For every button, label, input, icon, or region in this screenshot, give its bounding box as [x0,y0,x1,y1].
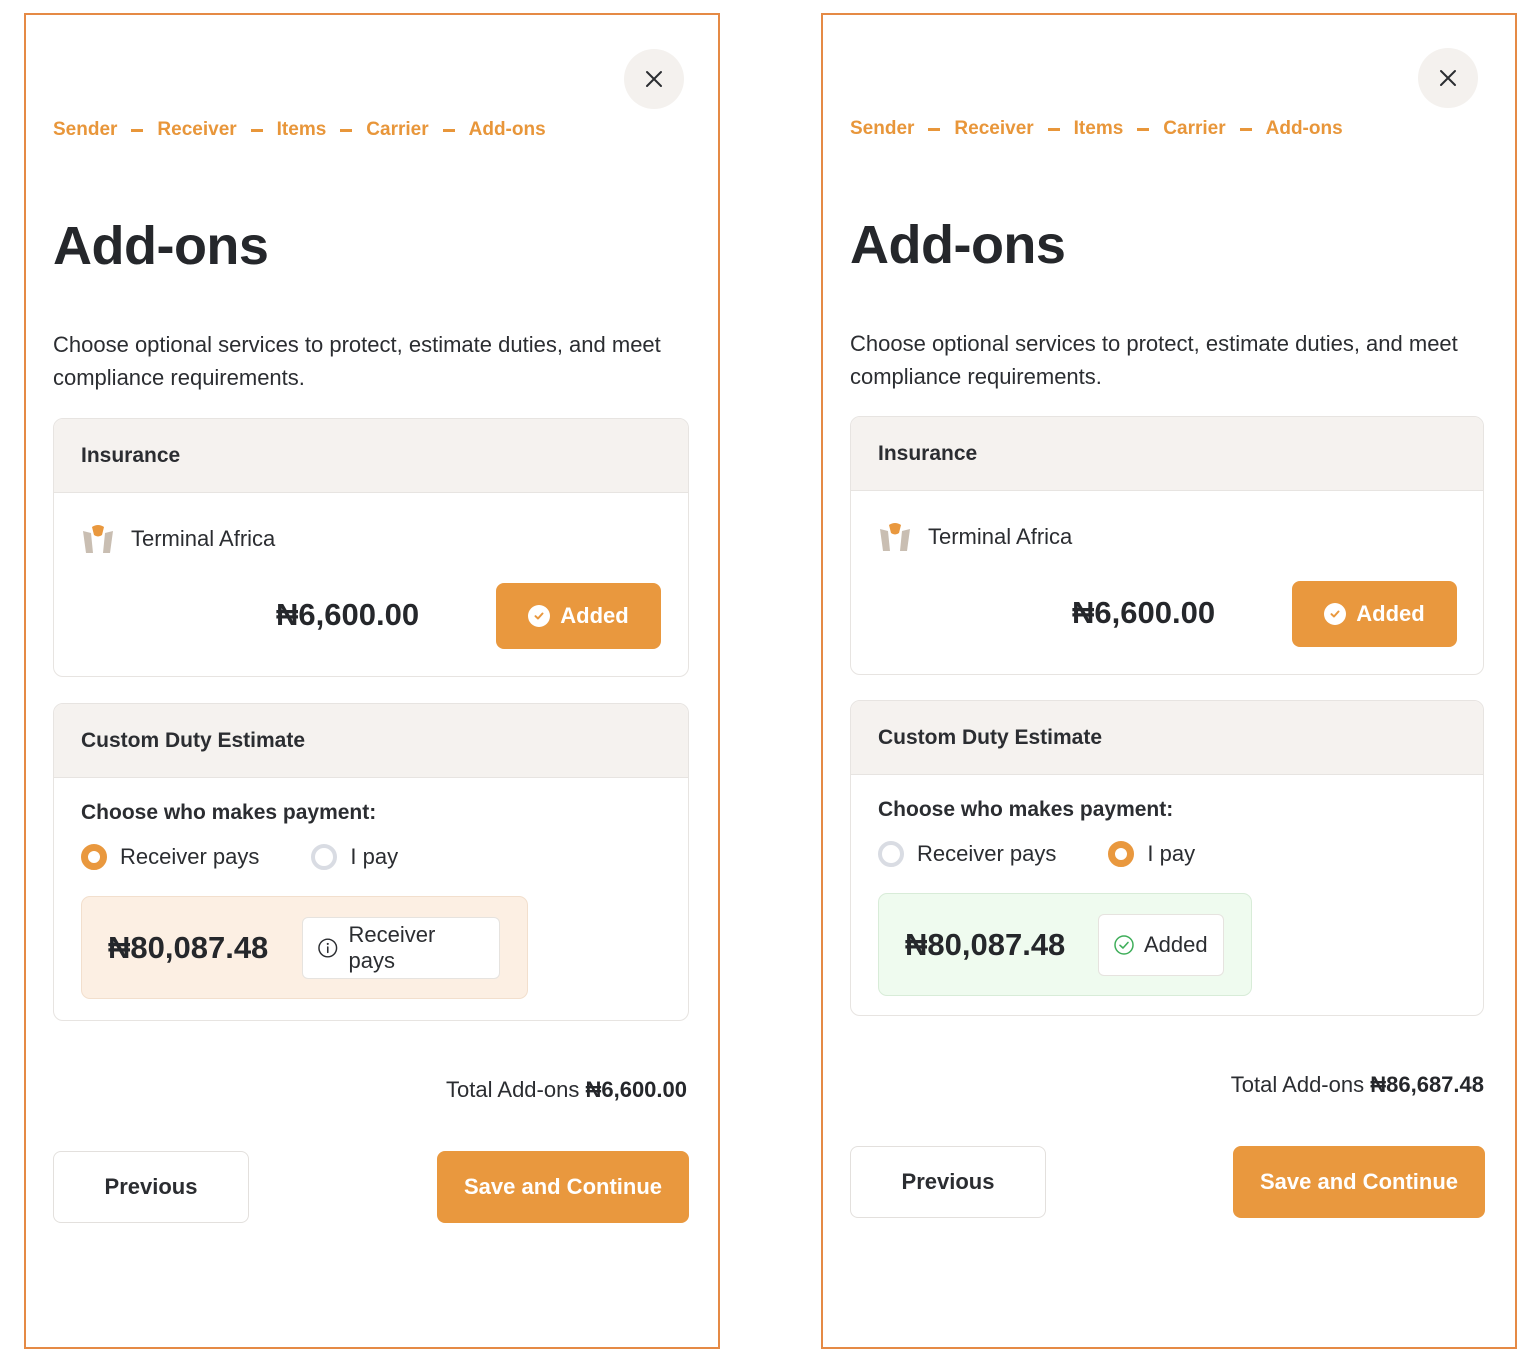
radio-label: Receiver pays [120,844,260,869]
total-value: ₦86,687.48 [1370,1072,1484,1097]
insurance-added-button[interactable]: Added [1292,581,1457,647]
payment-prompt: Choose who makes payment: [878,798,1174,821]
save-and-continue-button[interactable]: Save and Continue [437,1151,689,1223]
payment-prompt: Choose who makes payment: [81,801,377,824]
close-button[interactable] [1418,48,1478,108]
radio-unselected-icon [311,844,338,870]
step-items[interactable]: Items [1074,118,1124,140]
radio-selected-icon [81,844,107,870]
previous-button[interactable]: Previous [850,1146,1046,1218]
check-circle-icon [1114,934,1134,955]
badge-label: Added [1144,931,1208,957]
provider-name: Terminal Africa [131,526,276,551]
step-separator [250,128,263,132]
info-icon [318,937,338,958]
badge-label: Receiver pays [348,921,436,973]
radio-receiver-pays[interactable]: Receiver pays [81,844,259,870]
insurance-heading: Insurance [851,417,1483,491]
page-description: Choose optional services to protect, est… [53,332,661,390]
insurance-provider: Terminal Africa [81,523,275,555]
close-icon [1440,70,1456,86]
insurance-card: Insurance Terminal Africa ₦6,600.00 Adde… [850,416,1484,675]
step-separator [1239,127,1252,131]
step-carrier[interactable]: Carrier [1163,118,1225,140]
added-label: Added [1356,601,1425,626]
total-addons: Total Add-ons ₦6,600.00 [446,1077,687,1103]
duty-amount: ₦80,087.48 [905,926,1066,962]
radio-selected-icon [1108,841,1135,867]
duty-estimate-box: ₦80,087.48 Receiver pays [81,896,528,999]
step-sender[interactable]: Sender [850,118,914,140]
radio-unselected-icon [878,841,904,867]
previous-button[interactable]: Previous [53,1151,249,1223]
radio-label: I pay [350,844,399,869]
insurance-provider: Terminal Africa [878,521,1072,553]
page-description: Choose optional services to protect, est… [850,331,1458,389]
step-sender[interactable]: Sender [53,119,117,141]
stepper-breadcrumb: Sender Receiver Items Carrier Add-ons [850,118,1343,140]
total-label: Total Add-ons [1230,1072,1371,1097]
radio-i-pay[interactable]: I pay [1108,841,1195,867]
total-label: Total Add-ons [446,1077,586,1102]
addons-panel-right: Sender Receiver Items Carrier Add-ons Ad… [821,13,1517,1349]
custom-duty-card: Custom Duty Estimate Choose who makes pa… [850,700,1484,1016]
total-addons: Total Add-ons ₦86,687.48 [1231,1072,1484,1098]
step-items[interactable]: Items [277,119,327,141]
payer-radio-group: Receiver pays I pay [878,841,1247,867]
step-separator [928,127,941,131]
total-value: ₦6,600.00 [585,1077,687,1102]
provider-name: Terminal Africa [928,524,1073,549]
terminal-africa-logo-icon [880,523,910,551]
step-separator [442,128,455,132]
radio-receiver-pays[interactable]: Receiver pays [878,841,1056,867]
step-carrier[interactable]: Carrier [366,119,428,141]
step-separator [131,128,144,132]
save-and-continue-button[interactable]: Save and Continue [1233,1146,1485,1218]
insurance-price: ₦6,600.00 [276,597,420,632]
page-title: Add-ons [53,216,269,276]
insurance-added-button[interactable]: Added [496,583,661,649]
addons-panel-left: Sender Receiver Items Carrier Add-ons Ad… [24,13,720,1349]
insurance-price: ₦6,600.00 [1072,595,1216,630]
radio-i-pay[interactable]: I pay [311,844,398,870]
duty-status-badge: Receiver pays [302,916,500,979]
close-icon [646,71,662,87]
step-separator [1047,127,1060,131]
step-add-ons[interactable]: Add-ons [1266,118,1343,140]
radio-label: Receiver pays [917,841,1057,866]
step-receiver[interactable]: Receiver [954,118,1033,140]
custom-duty-card: Custom Duty Estimate Choose who makes pa… [53,703,689,1021]
check-circle-icon [1324,603,1347,625]
duty-status-badge: Added [1098,913,1224,976]
radio-label: I pay [1147,841,1196,866]
custom-duty-heading: Custom Duty Estimate [851,701,1483,775]
insurance-heading: Insurance [54,419,688,493]
insurance-card: Insurance Terminal Africa ₦6,600.00 Adde… [53,418,689,677]
terminal-africa-logo-icon [83,525,113,553]
added-label: Added [560,603,629,628]
stepper-breadcrumb: Sender Receiver Items Carrier Add-ons [53,119,546,141]
step-separator [1137,127,1150,131]
step-separator [340,128,353,132]
payer-radio-group: Receiver pays I pay [81,844,450,870]
step-receiver[interactable]: Receiver [157,119,236,141]
check-circle-icon [528,605,551,627]
duty-amount: ₦80,087.48 [108,929,269,965]
step-add-ons[interactable]: Add-ons [469,119,546,141]
custom-duty-heading: Custom Duty Estimate [54,704,688,778]
duty-estimate-box: ₦80,087.48 Added [878,893,1252,996]
close-button[interactable] [624,49,684,109]
page-title: Add-ons [850,215,1066,275]
